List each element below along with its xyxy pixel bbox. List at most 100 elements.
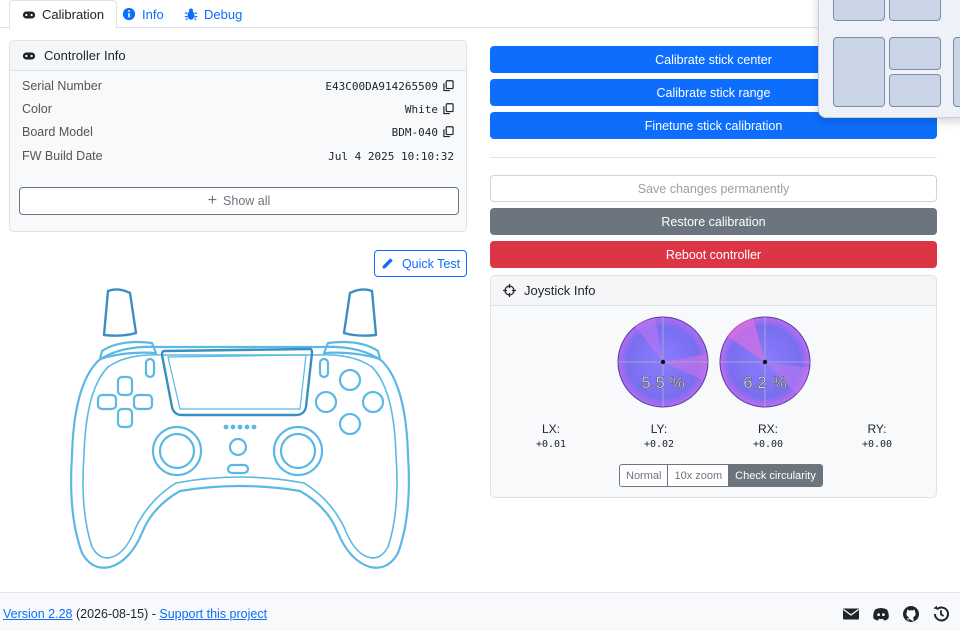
info-label: Serial Number — [22, 79, 102, 93]
axis-ly: LY: +0.02 — [629, 422, 689, 450]
snap-zone[interactable] — [889, 37, 941, 70]
reboot-controller-button[interactable]: Reboot controller — [490, 241, 937, 268]
left-stick — [158, 432, 196, 470]
controller-body — [70, 345, 410, 569]
axis-value: +0.00 — [861, 439, 893, 450]
controller-illustration — [70, 288, 410, 569]
plus-icon: + — [207, 192, 218, 209]
gamepad-icon — [22, 11, 36, 18]
snap-zone[interactable] — [889, 74, 941, 107]
tab-bar: Calibration Info Debug — [0, 0, 960, 29]
snap-layout-flyout — [818, 0, 960, 118]
right-circularity-error: 6.2 % — [743, 373, 786, 392]
info-row-serial: Serial Number E43C00DA914265509 — [22, 76, 454, 96]
info-value: White — [404, 102, 438, 116]
card-title: Joystick Info — [524, 283, 596, 298]
crosshair-icon — [503, 284, 516, 297]
release-date: (2026-08-15) - — [72, 607, 160, 621]
left-trigger — [102, 288, 138, 337]
controller-info-header: Controller Info — [10, 41, 466, 71]
info-row-color: Color White — [22, 99, 454, 119]
mail-icon[interactable] — [842, 605, 860, 623]
mode-10x-zoom[interactable]: 10x zoom — [668, 465, 730, 486]
circle-button — [361, 390, 385, 414]
dpad-right — [132, 393, 154, 411]
axis-label: LX: — [541, 422, 560, 436]
ps-button — [228, 437, 248, 457]
github-icon[interactable] — [902, 605, 920, 623]
discord-icon[interactable] — [872, 605, 890, 623]
show-all-label: Show all — [223, 194, 271, 208]
card-title: Controller Info — [44, 48, 126, 63]
axis-label: RX: — [757, 422, 778, 436]
tab-label: Calibration — [42, 7, 105, 22]
save-permanently-button[interactable]: Save changes permanently — [490, 175, 937, 202]
touchpad — [160, 347, 314, 417]
joystick-info-header: Joystick Info — [491, 276, 936, 306]
copy-icon[interactable] — [443, 80, 454, 92]
right-bumper — [322, 340, 382, 361]
pencil-icon — [382, 258, 393, 269]
info-label: Board Model — [22, 125, 93, 139]
view-mode-toggle: Normal 10x zoom Check circularity — [619, 464, 823, 487]
info-icon — [122, 7, 136, 21]
left-bumper — [98, 340, 158, 361]
right-stick-circularity: 6.2 % — [719, 316, 811, 408]
triangle-button — [338, 368, 362, 392]
right-stick — [279, 432, 317, 470]
tab-debug[interactable]: Debug — [172, 0, 254, 28]
joystick-info-card: Joystick Info 5.5 % 6.2 % LX: +0.01 LY: … — [490, 275, 937, 498]
quick-test-button[interactable]: Quick Test — [374, 250, 467, 277]
support-link[interactable]: Support this project — [159, 607, 267, 621]
tab-info[interactable]: Info — [110, 0, 176, 28]
info-label: FW Build Date — [22, 149, 103, 163]
axis-rx: RX: +0.00 — [738, 422, 798, 450]
tab-calibration[interactable]: Calibration — [9, 0, 118, 29]
snap-zone[interactable] — [953, 37, 960, 107]
snap-zone[interactable] — [833, 0, 885, 21]
history-icon[interactable] — [932, 605, 950, 623]
tab-label: Debug — [204, 6, 243, 22]
copy-icon[interactable] — [443, 126, 454, 138]
footer: Version 2.28 (2026-08-15) - Support this… — [0, 592, 960, 631]
dpad-down — [116, 407, 134, 429]
tab-label: Info — [142, 6, 164, 22]
create-button — [144, 357, 156, 379]
show-all-button[interactable]: + Show all — [19, 187, 459, 215]
bug-icon — [184, 8, 198, 21]
axis-label: RY: — [867, 422, 887, 436]
mode-check-circularity[interactable]: Check circularity — [729, 465, 822, 486]
player-leds — [223, 424, 257, 430]
left-stick-circularity: 5.5 % — [617, 316, 709, 408]
snap-zone[interactable] — [889, 0, 941, 21]
info-value: Jul 4 2025 10:10:32 — [328, 149, 454, 163]
dpad-left — [96, 393, 118, 411]
info-label: Color — [22, 102, 52, 116]
square-button — [314, 390, 338, 414]
mute-button — [226, 463, 250, 475]
restore-calibration-button[interactable]: Restore calibration — [490, 208, 937, 235]
divider — [490, 157, 937, 158]
info-value: BDM-040 — [391, 125, 438, 139]
axis-value: +0.00 — [752, 439, 784, 450]
dpad-up — [116, 375, 134, 397]
version-link[interactable]: Version 2.28 — [3, 607, 73, 621]
snap-zone[interactable] — [833, 37, 885, 107]
mode-normal[interactable]: Normal — [620, 465, 669, 486]
axis-value: +0.01 — [535, 439, 567, 450]
copy-icon[interactable] — [443, 103, 454, 115]
right-trigger — [342, 288, 378, 337]
controller-info-card: Controller Info Serial Number E43C00DA91… — [9, 40, 467, 232]
axis-label: LY: — [650, 422, 668, 436]
footer-text: Version 2.28 (2026-08-15) - Support this… — [3, 607, 267, 621]
controller-inner — [82, 353, 398, 559]
gamepad-icon — [22, 52, 36, 59]
quick-test-label: Quick Test — [401, 256, 461, 271]
info-value: E43C00DA914265509 — [325, 79, 438, 93]
footer-icons — [842, 605, 950, 623]
axis-ry: RY: +0.00 — [847, 422, 907, 450]
left-circularity-error: 5.5 % — [641, 373, 684, 392]
cross-button — [338, 412, 362, 436]
info-row-board-model: Board Model BDM-040 — [22, 122, 454, 142]
axis-lx: LX: +0.01 — [521, 422, 581, 450]
